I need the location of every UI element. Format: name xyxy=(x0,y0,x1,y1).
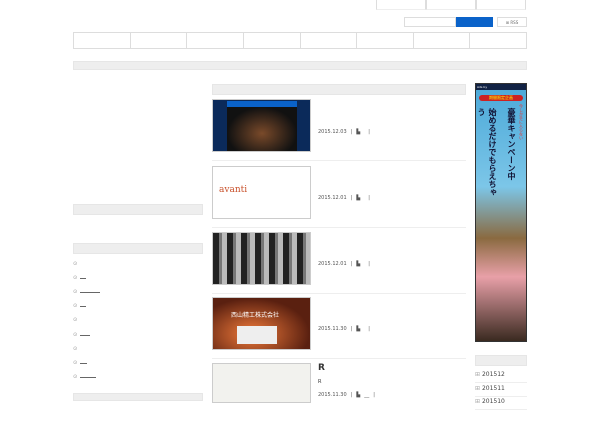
post-item[interactable]: avanti 2015.12.01 | ▙ | xyxy=(212,166,466,228)
nav-item[interactable] xyxy=(470,33,526,48)
advertisement-banner[interactable]: Ads by 期間限定企画 今しか手に入らない 豪華キャンペーン中 始めるだけで… xyxy=(475,83,527,342)
ad-text: 始めるだけでもらえちゃう xyxy=(477,108,497,196)
post-thumbnail[interactable] xyxy=(212,232,311,285)
sidebar-link[interactable]: ⊙ xyxy=(73,332,91,338)
category-icon: ▙ xyxy=(356,195,361,201)
top-tab[interactable] xyxy=(376,0,426,10)
nav-item[interactable] xyxy=(131,33,188,48)
nav-item[interactable] xyxy=(244,33,301,48)
archive-label: 201510 xyxy=(481,398,505,405)
post-category[interactable]: __ xyxy=(364,392,369,398)
main-heading-bar xyxy=(212,84,466,95)
global-nav xyxy=(73,32,527,49)
sidebar-link[interactable]: ⊙ xyxy=(73,289,101,295)
nav-item[interactable] xyxy=(74,33,131,48)
sidebar-link[interactable]: ⊙ xyxy=(73,303,87,309)
bullet-icon: ⊞ xyxy=(475,398,481,405)
post-thumbnail[interactable] xyxy=(212,363,311,403)
post-thumbnail[interactable] xyxy=(212,99,311,152)
breadcrumb-bar xyxy=(73,61,527,70)
thumb-logo-text: avanti xyxy=(219,185,248,195)
top-tab[interactable] xyxy=(426,0,476,10)
post-date: 2015.12.03 xyxy=(318,129,347,135)
search-input[interactable] xyxy=(404,17,456,27)
sidebar-heading xyxy=(73,204,203,215)
post-item[interactable]: 西山精工株式会社 2015.11.30 | ▙ | xyxy=(212,297,466,359)
search-button[interactable] xyxy=(456,17,493,27)
post-title[interactable]: R xyxy=(318,363,325,373)
post-date: 2015.12.01 xyxy=(318,195,347,201)
bullet-icon: ⊞ xyxy=(475,385,481,392)
thumb-title-text: 西山精工株式会社 xyxy=(231,312,280,319)
sidebar-link[interactable]: ⊙ xyxy=(73,317,77,323)
archive-heading xyxy=(475,355,527,366)
archive-label: 201512 xyxy=(481,371,505,378)
bullet-icon: ⊞ xyxy=(475,371,481,378)
ad-text: 豪華キャンペーン中 xyxy=(507,108,516,180)
rss-icon: ⊞ xyxy=(505,20,510,25)
rss-label: RSS xyxy=(510,20,519,25)
category-icon: ▙ xyxy=(356,129,361,135)
ad-label: Ads by xyxy=(476,84,526,90)
category-icon: ▙ xyxy=(356,326,361,332)
post-item[interactable]: 2015.12.01 | ▙ | xyxy=(212,232,466,294)
sidebar-heading xyxy=(73,243,203,254)
nav-item[interactable] xyxy=(414,33,471,48)
nav-item[interactable] xyxy=(301,33,358,48)
ad-badge: 期間限定企画 xyxy=(479,95,523,101)
post-item[interactable]: 2015.12.03 | ▙ | xyxy=(212,99,466,161)
post-excerpt: R xyxy=(318,379,322,385)
nav-item[interactable] xyxy=(187,33,244,48)
sidebar-link[interactable]: ⊙ xyxy=(73,275,87,281)
ad-text: 今しか手に入らない xyxy=(519,104,524,140)
post-date: 2015.11.30 xyxy=(318,392,347,398)
sidebar-link[interactable]: ⊙ xyxy=(73,360,88,366)
sidebar-link[interactable]: ⊙ xyxy=(73,261,77,267)
post-thumbnail[interactable]: 西山精工株式会社 xyxy=(212,297,311,350)
post-date: 2015.11.30 xyxy=(318,326,347,332)
archive-link[interactable]: ⊞ 201512 xyxy=(475,369,527,383)
archive-label: 201511 xyxy=(481,385,505,392)
archive-link[interactable]: ⊞ 201510 xyxy=(475,396,527,410)
category-icon: ▙ xyxy=(356,261,361,267)
rss-button[interactable]: ⊞ RSS xyxy=(497,17,527,27)
sidebar-link[interactable]: ⊙ xyxy=(73,346,77,352)
sidebar-link[interactable]: ⊙ xyxy=(73,374,97,380)
top-tab[interactable] xyxy=(476,0,526,10)
post-thumbnail[interactable]: avanti xyxy=(212,166,311,219)
post-item[interactable]: R R 2015.11.30 | ▙ __ | xyxy=(212,363,466,425)
post-date: 2015.12.01 xyxy=(318,261,347,267)
archive-link[interactable]: ⊞ 201511 xyxy=(475,383,527,397)
category-icon: ▙ xyxy=(356,392,361,398)
nav-item[interactable] xyxy=(357,33,414,48)
